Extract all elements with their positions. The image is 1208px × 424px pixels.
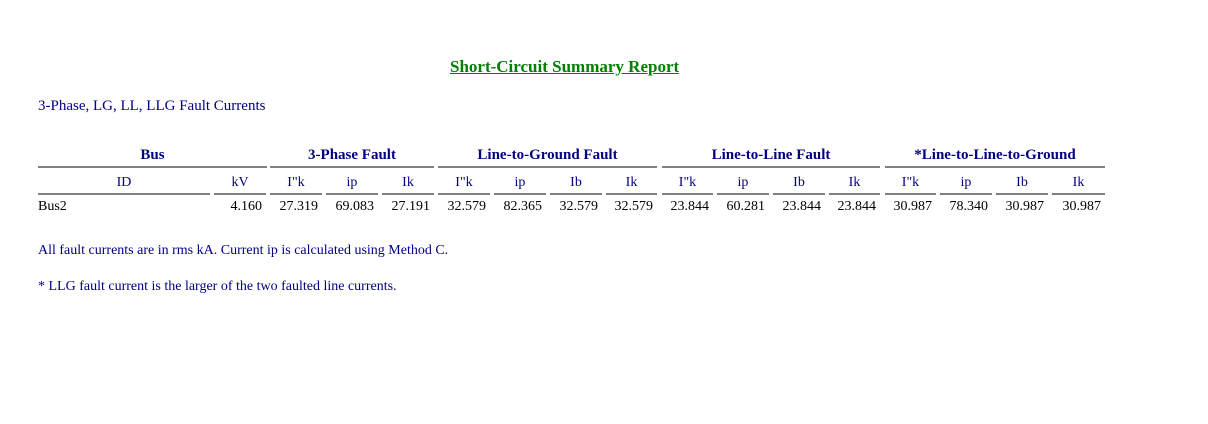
cell-3ph-ik-initial: 27.319 [279,199,319,214]
report-page: Short-Circuit Summary Report 3-Phase, LG… [0,0,1208,424]
column-header-ll-ik: Ik [829,174,880,195]
cell-kv: 4.160 [230,199,263,214]
cell-llg-ik: 30.987 [1062,199,1102,214]
cell-llg-ib: 30.987 [1005,199,1045,214]
column-header-3ph-ik: Ik [382,174,434,195]
column-header-3ph-ik-initial: I"k [270,174,322,195]
cell-lg-ib: 32.579 [559,199,599,214]
column-header-3ph-ip: ip [326,174,378,195]
group-header-bus: Bus [38,146,267,168]
group-header-line-to-ground-fault: Line-to-Ground Fault [438,146,657,168]
column-header-lg-ik-initial: I"k [438,174,490,195]
column-header-lg-ip: ip [494,174,546,195]
cell-ll-ib: 23.844 [782,199,822,214]
cell-3ph-ik: 27.191 [391,199,431,214]
cell-ll-ik: 23.844 [837,199,877,214]
cell-lg-ik: 32.579 [614,199,654,214]
llg-footnote: * LLG fault current is the larger of the… [38,279,397,294]
column-header-ll-ib: Ib [773,174,825,195]
cell-ll-ik-initial: 23.844 [670,199,710,214]
cell-lg-ip: 82.365 [503,199,543,214]
column-header-llg-ip: ip [940,174,992,195]
column-header-llg-ik: Ik [1052,174,1105,195]
column-header-ll-ip: ip [717,174,769,195]
column-header-id: ID [38,174,210,195]
cell-ll-ip: 60.281 [726,199,766,214]
group-header-line-to-line-fault: Line-to-Line Fault [662,146,880,168]
column-header-lg-ik: Ik [606,174,657,195]
column-header-kv: kV [214,174,266,195]
cell-lg-ik-initial: 32.579 [447,199,487,214]
cell-3ph-ip: 69.083 [335,199,375,214]
cell-bus-id: Bus2 [38,199,67,214]
column-header-llg-ik-initial: I"k [885,174,936,195]
column-header-llg-ib: Ib [996,174,1048,195]
group-header-3-phase-fault: 3-Phase Fault [270,146,434,168]
units-note: All fault currents are in rms kA. Curren… [38,243,449,258]
cell-llg-ik-initial: 30.987 [893,199,933,214]
cell-llg-ip: 78.340 [949,199,989,214]
column-header-lg-ib: Ib [550,174,602,195]
report-title: Short-Circuit Summary Report [450,57,680,76]
report-subtitle: 3-Phase, LG, LL, LLG Fault Currents [38,98,266,114]
group-header-llg-fault: *Line-to-Line-to-Ground [885,146,1105,168]
column-header-ll-ik-initial: I"k [662,174,713,195]
